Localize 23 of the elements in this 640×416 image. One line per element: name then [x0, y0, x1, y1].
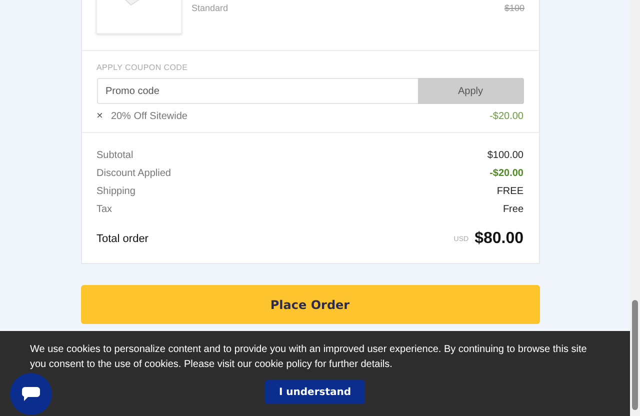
product-variant: Standard [192, 3, 228, 15]
apply-button[interactable]: Apply [418, 78, 524, 104]
summary-label: Shipping [96, 186, 136, 197]
chat-bubble-icon [21, 386, 41, 402]
summary-value: $100.00 [487, 150, 524, 161]
coupon-amount: -$20.00 [490, 110, 524, 122]
summary-label: Subtotal [96, 150, 134, 161]
remove-coupon-button[interactable]: × [96, 110, 103, 122]
understand-button[interactable]: I understand [264, 380, 366, 404]
summary-value: FREE [496, 186, 524, 197]
total-value: $80.00 [474, 230, 524, 248]
place-order-button[interactable]: Place Order [80, 285, 540, 324]
summary-value: Free [502, 204, 524, 215]
scrollbar-thumb[interactable] [632, 300, 638, 410]
summary-label: Tax [96, 204, 112, 215]
summary-label: Discount Applied [96, 168, 171, 179]
coupon-label: APPLY COUPON CODE [96, 63, 189, 72]
coupon-name: 20% Off Sitewide [110, 110, 188, 122]
summary-value: -$20.00 [490, 168, 524, 179]
original-price: $100 [504, 3, 524, 15]
total-label: Total order [96, 233, 148, 245]
promo-code-field[interactable]: Promo code [96, 78, 418, 104]
cookie-text: We use cookies to personalize content and to provide you with an improved user experience. By continuing to browse this site you consent to the use of cookies. Please visit our cookie policy for further details. [30, 343, 588, 372]
